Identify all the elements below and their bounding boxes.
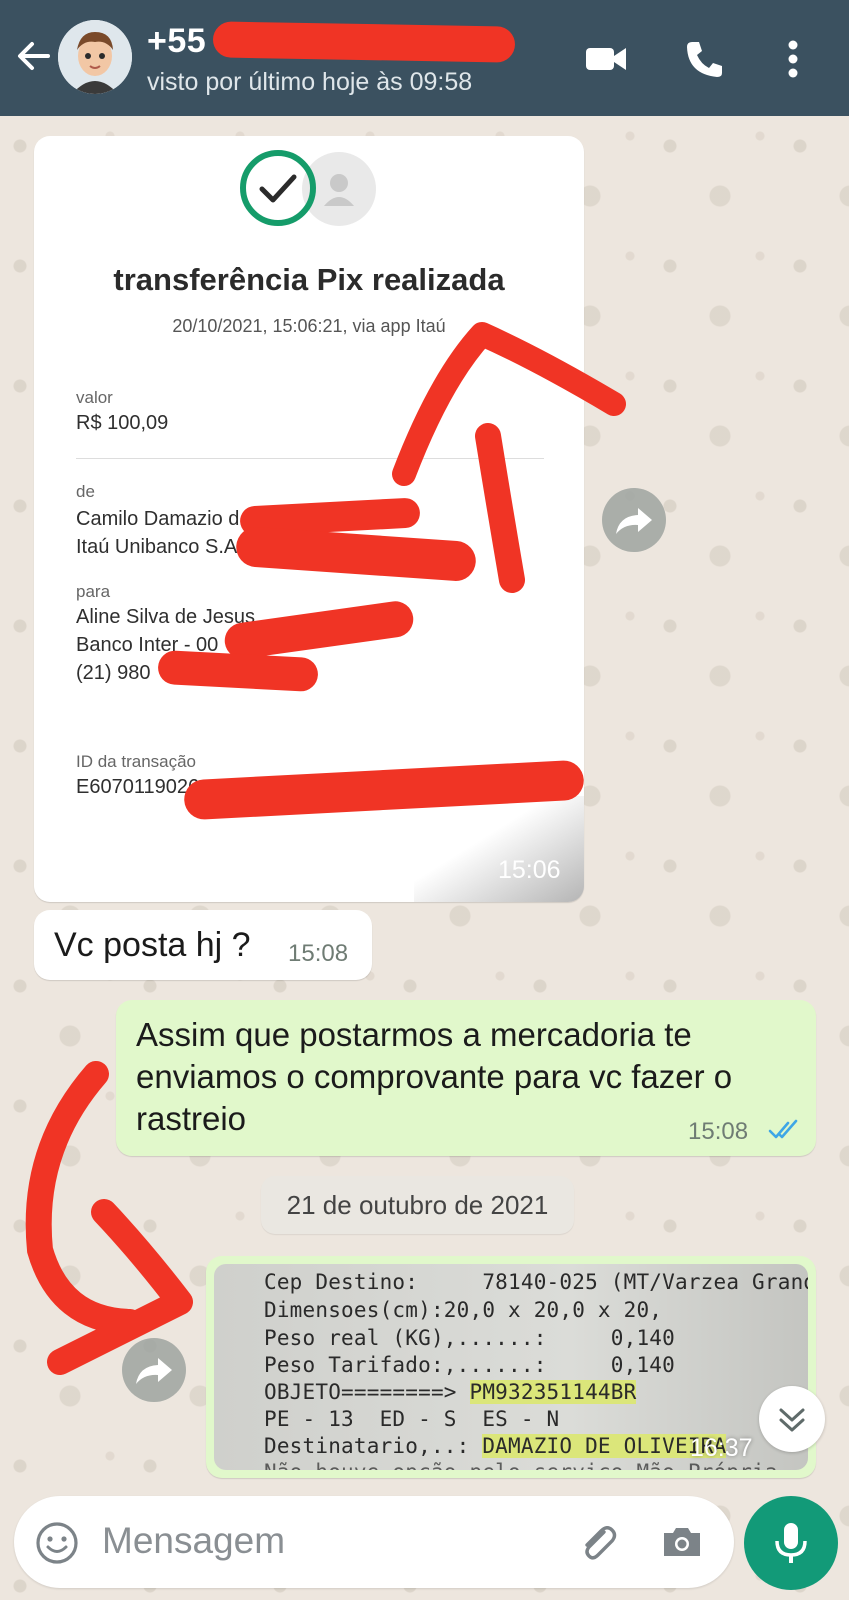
back-arrow-icon[interactable] <box>14 36 54 76</box>
label-line: Cep Destino: 78140-025 (MT/Varzea Grande… <box>264 1270 808 1294</box>
object-label: OBJETO========> <box>264 1380 457 1404</box>
de-label: de <box>76 482 95 501</box>
label-line: PE - 13 ED - S ES - N <box>264 1407 560 1431</box>
sender-bank: Itaú Unibanco S.A <box>76 536 238 558</box>
para-label: para <box>76 582 111 601</box>
shipping-label-photo[interactable]: Cep Destino: 78140-025 (MT/Varzea Grande… <box>214 1264 808 1470</box>
forward-icon[interactable] <box>122 1338 186 1402</box>
mic-icon <box>767 1519 815 1567</box>
date-separator: 21 de outubro de 2021 <box>261 1176 574 1234</box>
message-time: 15:08 <box>288 940 349 967</box>
chat-header: +55 visto por último hoje às 09:58 <box>0 0 849 116</box>
pix-receipt-image-message[interactable]: transferência Pix realizada 20/10/2021, … <box>34 136 585 902</box>
avatar[interactable] <box>58 20 132 94</box>
label-line: Peso Tarifado:,......: 0,140 <box>264 1353 675 1377</box>
message-input[interactable]: Mensagem <box>102 1520 285 1562</box>
emoji-icon[interactable] <box>34 1520 80 1566</box>
transaction-id: E6070119026 <box>76 776 200 798</box>
whatsapp-chat-screen: +55 visto por último hoje às 09:58 trans… <box>0 0 849 1600</box>
receipt-datetime: 20/10/2021, 15:06:21, via app Itaú <box>172 316 446 336</box>
mic-button[interactable] <box>744 1496 838 1590</box>
tracking-code: PM932351144BR <box>469 1380 637 1404</box>
read-receipt-icon <box>768 1118 802 1142</box>
recipient-label: Destinatario,..: <box>264 1434 470 1458</box>
image-shade <box>414 796 584 902</box>
receipt-title: transferência Pix realizada <box>113 262 505 297</box>
transaction-id-label: ID da transação <box>76 752 197 771</box>
more-vertical-icon[interactable] <box>770 36 816 82</box>
sender-name: Camilo Damazio d <box>76 508 240 530</box>
message-time: 15:06 <box>498 856 561 884</box>
outgoing-message[interactable]: Assim que postarmos a mercadoria te envi… <box>116 1000 816 1156</box>
message-text: Vc posta hj ? <box>54 926 251 964</box>
camera-icon[interactable] <box>658 1518 706 1566</box>
recipient-name: Aline Silva de Jesus <box>76 606 255 628</box>
valor-amount: R$ 100,09 <box>76 412 169 434</box>
video-call-icon[interactable] <box>584 36 630 82</box>
redaction-mark <box>212 21 516 63</box>
message-time: 16:37 <box>690 1434 753 1462</box>
label-line: Peso real (KG),......: 0,140 <box>264 1326 675 1350</box>
phone-icon[interactable] <box>682 36 728 82</box>
label-line: Dimensoes(cm):20,0 x 20,0 x 20, <box>264 1298 663 1322</box>
recipient-phone: (21) 980 <box>76 662 151 684</box>
divider <box>76 458 544 459</box>
incoming-message[interactable]: Vc posta hj ? 15:08 <box>34 910 372 980</box>
success-check-icon <box>240 150 316 226</box>
forward-icon[interactable] <box>602 488 666 552</box>
contact-name[interactable]: +55 <box>147 22 206 61</box>
scroll-to-bottom-button[interactable] <box>759 1386 825 1452</box>
attach-icon[interactable] <box>574 1518 622 1566</box>
valor-label: valor <box>76 388 113 407</box>
label-line: OBJETO========> PM932351144BR <box>264 1380 637 1404</box>
last-seen-status: visto por último hoje às 09:58 <box>147 68 473 96</box>
message-time: 15:08 <box>688 1118 749 1145</box>
label-line: Destinatario,..: DAMAZIO DE OLIVEIRA <box>264 1434 727 1458</box>
message-composer: Mensagem <box>14 1496 734 1588</box>
